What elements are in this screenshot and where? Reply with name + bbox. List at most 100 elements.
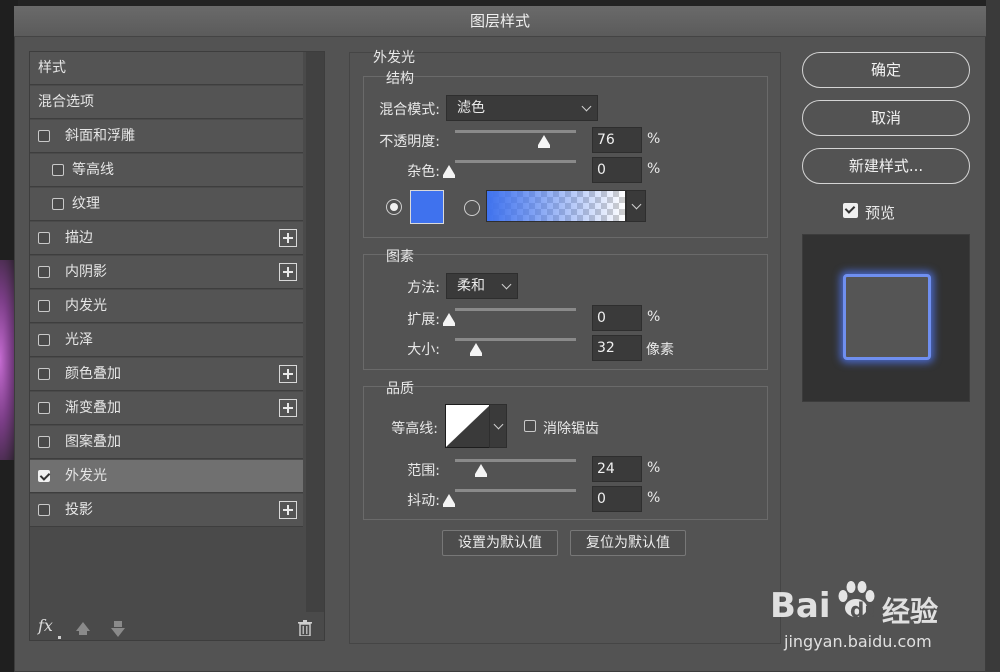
- technique-label: 方法:: [407, 280, 440, 296]
- style-item-checkbox[interactable]: [38, 334, 50, 346]
- add-effect-plus-icon[interactable]: [279, 229, 297, 247]
- style-item-13[interactable]: 投影: [30, 494, 303, 527]
- style-item-10[interactable]: 渐变叠加: [30, 392, 303, 425]
- noise-unit: %: [647, 161, 661, 177]
- style-item-6[interactable]: 内阴影: [30, 256, 303, 289]
- jitter-label: 抖动:: [407, 493, 440, 509]
- jitter-input[interactable]: 0: [592, 486, 642, 512]
- contour-picker-button[interactable]: [489, 404, 507, 448]
- style-item-0[interactable]: 样式: [30, 52, 303, 85]
- range-slider-track[interactable]: [455, 459, 576, 462]
- opacity-input[interactable]: 76: [592, 127, 642, 153]
- noise-slider-track[interactable]: [455, 160, 576, 163]
- antialias-checkbox[interactable]: [524, 420, 536, 432]
- style-item-label: 斜面和浮雕: [65, 128, 135, 144]
- technique-select[interactable]: 柔和: [446, 273, 518, 299]
- spread-slider-track[interactable]: [455, 308, 576, 311]
- style-item-2[interactable]: 斜面和浮雕: [30, 120, 303, 153]
- style-preview-thumbnail: [843, 274, 931, 360]
- style-item-checkbox[interactable]: [38, 300, 50, 312]
- style-item-label: 纹理: [72, 196, 100, 212]
- add-effect-plus-icon[interactable]: [279, 263, 297, 281]
- style-item-checkbox[interactable]: [38, 232, 50, 244]
- style-item-1[interactable]: 混合选项: [30, 86, 303, 119]
- gradient-radio[interactable]: [464, 200, 480, 216]
- style-item-7[interactable]: 内发光: [30, 290, 303, 323]
- style-item-checkbox[interactable]: [38, 402, 50, 414]
- style-item-9[interactable]: 颜色叠加: [30, 358, 303, 391]
- size-label: 大小:: [407, 342, 440, 358]
- glow-color-swatch[interactable]: [410, 190, 444, 224]
- move-up-icon-stem: [79, 630, 87, 635]
- size-slider-track[interactable]: [455, 338, 576, 341]
- add-effect-plus-icon[interactable]: [279, 399, 297, 417]
- style-item-label: 内阴影: [65, 264, 107, 280]
- style-item-label: 等高线: [72, 162, 114, 178]
- watermark-brand-paw-text: du: [850, 598, 879, 622]
- range-label: 范围:: [407, 463, 440, 479]
- style-item-11[interactable]: 图案叠加: [30, 426, 303, 459]
- technique-value: 柔和: [457, 278, 485, 294]
- chevron-down-icon: [501, 279, 512, 290]
- reset-default-button[interactable]: 复位为默认值: [570, 530, 686, 556]
- opacity-slider-thumb[interactable]: [537, 135, 550, 148]
- style-item-8[interactable]: 光泽: [30, 324, 303, 357]
- ok-button[interactable]: 确定: [802, 52, 970, 88]
- style-item-4[interactable]: 纹理: [30, 188, 303, 221]
- jitter-slider-thumb[interactable]: [443, 494, 455, 507]
- preview-label: 预览: [865, 204, 896, 222]
- styles-list-scrollbar[interactable]: [306, 52, 324, 612]
- style-item-checkbox[interactable]: [52, 164, 64, 176]
- trash-icon[interactable]: [298, 620, 312, 636]
- noise-label: 杂色:: [407, 164, 440, 180]
- make-default-button[interactable]: 设置为默认值: [442, 530, 558, 556]
- spread-input[interactable]: 0: [592, 305, 642, 331]
- jitter-slider-track[interactable]: [455, 489, 576, 492]
- antialias-label: 消除锯齿: [543, 421, 599, 437]
- styles-list-footer: [30, 612, 324, 640]
- opacity-label: 不透明度:: [379, 134, 440, 150]
- move-down-icon[interactable]: [111, 628, 125, 637]
- style-item-checkbox[interactable]: [38, 504, 50, 516]
- opacity-slider-track[interactable]: [455, 130, 576, 133]
- style-item-checkbox[interactable]: [38, 436, 50, 448]
- structure-heading: 结构: [386, 71, 414, 87]
- style-item-checkbox[interactable]: [38, 266, 50, 278]
- gradient-picker-button[interactable]: [626, 190, 646, 222]
- blend-mode-select[interactable]: 滤色: [446, 95, 598, 121]
- watermark-url: jingyan.baidu.com: [784, 632, 932, 651]
- chevron-down-icon: [581, 101, 592, 112]
- add-effect-plus-icon[interactable]: [279, 365, 297, 383]
- range-slider-thumb[interactable]: [475, 464, 488, 477]
- watermark-brand: Bai: [770, 586, 831, 626]
- fx-menu-button[interactable]: fx: [38, 616, 53, 635]
- contour-preview[interactable]: [445, 404, 491, 448]
- add-effect-plus-icon[interactable]: [279, 501, 297, 519]
- style-item-label: 样式: [38, 60, 66, 76]
- style-item-label: 混合选项: [38, 94, 94, 110]
- size-slider-thumb[interactable]: [470, 343, 483, 356]
- noise-input[interactable]: 0: [592, 157, 642, 183]
- noise-slider-thumb[interactable]: [443, 165, 455, 178]
- glow-gradient-preview[interactable]: [486, 190, 626, 222]
- style-item-5[interactable]: 描边: [30, 222, 303, 255]
- style-item-3[interactable]: 等高线: [30, 154, 303, 187]
- size-unit: 像素: [646, 342, 674, 358]
- move-down-icon-stem: [114, 621, 122, 627]
- style-item-12[interactable]: 外发光: [30, 460, 303, 493]
- style-item-checkbox[interactable]: [38, 368, 50, 380]
- solid-color-radio[interactable]: [386, 199, 402, 215]
- spread-slider-thumb[interactable]: [443, 313, 455, 326]
- style-item-checkbox[interactable]: [52, 198, 64, 210]
- range-input[interactable]: 24: [592, 456, 642, 482]
- preview-checkbox[interactable]: [843, 203, 858, 218]
- size-input[interactable]: 32: [592, 335, 642, 361]
- style-item-checkbox[interactable]: [38, 130, 50, 142]
- outer-glow-heading: 外发光: [373, 50, 415, 66]
- cancel-button[interactable]: 取消: [802, 100, 970, 136]
- new-style-button[interactable]: 新建样式...: [802, 148, 970, 184]
- chevron-down-icon: [493, 419, 504, 430]
- jitter-unit: %: [647, 490, 661, 506]
- style-item-checkbox[interactable]: [38, 470, 50, 482]
- chevron-down-icon: [631, 199, 642, 210]
